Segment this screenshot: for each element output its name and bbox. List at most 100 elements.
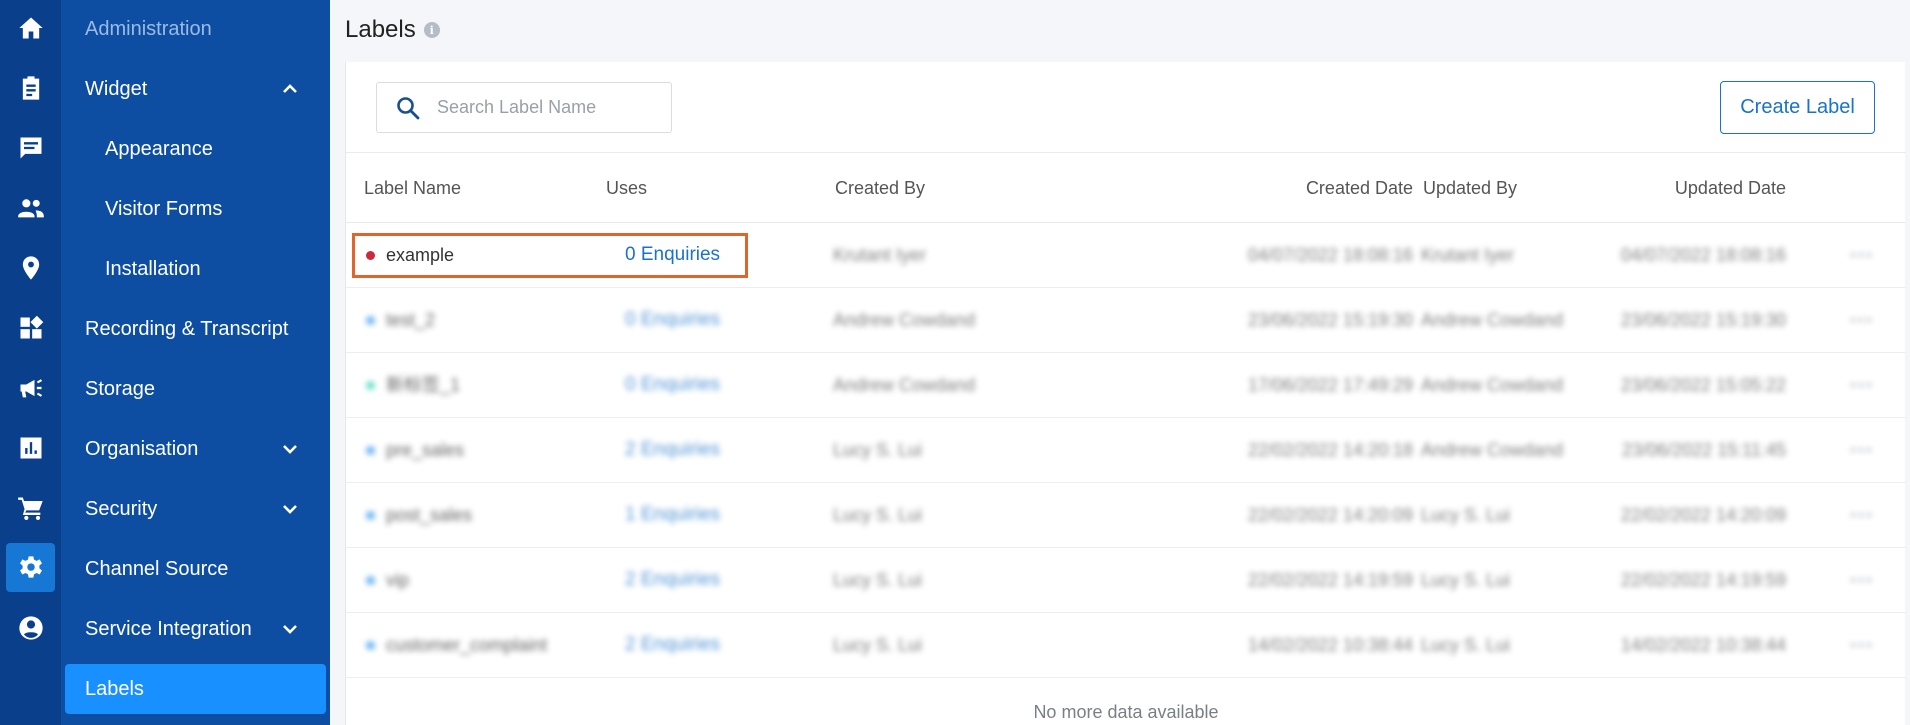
more-options-icon[interactable] <box>1849 245 1873 265</box>
label-name: 新标签_1 <box>386 375 461 395</box>
create-label-button[interactable]: Create Label <box>1720 81 1875 134</box>
more-options-icon[interactable] <box>1849 635 1873 655</box>
updated-by: Krutant Iyer <box>1421 245 1515 265</box>
sidebar-item-labels[interactable]: Labels <box>65 664 326 714</box>
main-content: Labels i Create Label Label Name Uses Cr… <box>330 0 1910 725</box>
label-name-cell: example <box>366 223 454 287</box>
created-date: 23/06/2022 15:19:30 <box>1247 310 1413 330</box>
updated-date: 23/06/2022 15:19:30 <box>1620 310 1786 330</box>
search-input[interactable] <box>437 97 657 118</box>
updated-date: 23/06/2022 15:05:22 <box>1620 375 1786 395</box>
sidebar-item-installation[interactable]: Installation <box>61 244 330 294</box>
created-by: Lucy S. Lui <box>833 635 923 655</box>
table-row[interactable]: pre_sales 2 Enquiries Lucy S. Lui 22/02/… <box>346 418 1906 483</box>
search-icon <box>395 95 421 121</box>
label-name-cell: customer_complaint <box>366 613 547 677</box>
column-header-updated-date[interactable]: Updated Date <box>1586 153 1786 223</box>
created-by: Andrew Cowdand <box>833 310 976 330</box>
clipboard-icon[interactable] <box>6 63 55 112</box>
account-circle-icon[interactable] <box>6 603 55 652</box>
bar-chart-icon[interactable] <box>6 423 55 472</box>
uses-link[interactable]: 0 Enquiries <box>625 223 720 287</box>
uses-link[interactable]: 0 Enquiries <box>625 288 720 352</box>
label-name: example <box>386 245 455 265</box>
home-icon[interactable] <box>6 3 55 52</box>
sidebar-item-label: Labels <box>85 677 144 700</box>
uses-link[interactable]: 1 Enquiries <box>625 483 720 547</box>
created-by: Lucy S. Lui <box>833 570 923 590</box>
sidebar-item-label: Security <box>85 497 158 520</box>
dashboard-widgets-icon[interactable] <box>6 303 55 352</box>
no-more-data-text: No more data available <box>1033 702 1219 722</box>
column-header-updated-by: Updated By <box>1423 178 1518 198</box>
sidebar-item-label: Recording & Transcript <box>85 317 289 340</box>
sidebar-item-storage[interactable]: Storage <box>61 364 330 414</box>
label-color-dot <box>366 380 375 390</box>
column-header-uses: Uses <box>606 178 648 198</box>
updated-by: Lucy S. Lui <box>1421 505 1511 525</box>
more-options-icon[interactable] <box>1849 570 1873 590</box>
sidebar-item-channel-source[interactable]: Channel Source <box>61 544 330 594</box>
sidebar-item-organisation[interactable]: Organisation <box>61 424 330 474</box>
label-name-cell: test_2 <box>366 288 435 352</box>
people-icon[interactable] <box>6 183 55 232</box>
updated-date: 23/06/2022 15:11:45 <box>1622 440 1786 460</box>
more-options-icon[interactable] <box>1849 375 1873 395</box>
table-row[interactable]: customer_complaint 2 Enquiries Lucy S. L… <box>346 613 1906 678</box>
uses-link[interactable]: 2 Enquiries <box>625 548 720 612</box>
location-pin-icon[interactable] <box>6 243 55 292</box>
label-name: pre_sales <box>386 440 465 460</box>
sidebar: Administration Widget Appearance Visitor… <box>61 0 330 725</box>
label-name: post_sales <box>386 505 473 525</box>
settings-gear-icon[interactable] <box>6 543 55 592</box>
label-color-dot <box>366 445 375 455</box>
table-row[interactable]: example 0 Enquiries Krutant Iyer 04/07/2… <box>346 223 1906 288</box>
info-icon[interactable]: i <box>423 22 440 38</box>
more-options-icon[interactable] <box>1849 440 1873 460</box>
sidebar-item-visitor-forms[interactable]: Visitor Forms <box>61 184 330 234</box>
created-date: 22/02/2022 14:19:59 <box>1247 570 1413 590</box>
updated-by: Andrew Cowdand <box>1421 310 1564 330</box>
created-date: 04/07/2022 18:08:16 <box>1247 245 1413 265</box>
uses-link[interactable]: 0 Enquiries <box>625 353 720 417</box>
uses-link[interactable]: 2 Enquiries <box>625 418 720 482</box>
table-row[interactable]: vip 2 Enquiries Lucy S. Lui 22/02/2022 1… <box>346 548 1906 613</box>
table-header: Label Name Uses Created By Created Date … <box>346 152 1906 223</box>
sidebar-item-security[interactable]: Security <box>61 484 330 534</box>
sidebar-item-administration: Administration <box>61 4 330 54</box>
more-options-icon[interactable] <box>1849 505 1873 525</box>
chat-icon[interactable] <box>6 123 55 172</box>
created-by: Lucy S. Lui <box>833 505 923 525</box>
table-row[interactable]: 新标签_1 0 Enquiries Andrew Cowdand 17/06/2… <box>346 353 1906 418</box>
page-title-text: Labels <box>345 16 416 43</box>
label-color-dot <box>366 250 375 260</box>
sidebar-item-label: Installation <box>105 257 201 280</box>
labels-card: Create Label Label Name Uses Created By … <box>345 62 1906 725</box>
search-box[interactable] <box>376 82 672 133</box>
created-by: Lucy S. Lui <box>833 440 923 460</box>
updated-by: Lucy S. Lui <box>1421 635 1511 655</box>
updated-by: Andrew Cowdand <box>1421 440 1564 460</box>
more-options-icon[interactable] <box>1849 310 1873 330</box>
sidebar-item-recording-transcript[interactable]: Recording & Transcript <box>61 304 330 354</box>
sidebar-item-service-integration[interactable]: Service Integration <box>61 604 330 654</box>
uses-link[interactable]: 2 Enquiries <box>625 613 720 677</box>
column-header-created-date[interactable]: Created Date <box>1178 153 1413 223</box>
table-row[interactable]: post_sales 1 Enquiries Lucy S. Lui 22/02… <box>346 483 1906 548</box>
chevron-down-icon <box>280 499 300 519</box>
megaphone-icon[interactable] <box>6 363 55 412</box>
sidebar-item-appearance[interactable]: Appearance <box>61 124 330 174</box>
label-name: test_2 <box>386 310 436 330</box>
sidebar-item-label: Organisation <box>85 437 199 460</box>
label-name: vip <box>386 570 410 590</box>
icon-rail <box>0 0 61 725</box>
column-header-label-name: Label Name <box>364 178 462 198</box>
sidebar-item-widget[interactable]: Widget <box>61 64 330 114</box>
label-color-dot <box>366 575 375 585</box>
created-date: 22/02/2022 14:20:18 <box>1247 440 1413 460</box>
label-name-cell: vip <box>366 548 409 612</box>
chevron-up-icon <box>280 79 300 99</box>
shopping-cart-icon[interactable] <box>6 483 55 532</box>
table-row[interactable]: test_2 0 Enquiries Andrew Cowdand 23/06/… <box>346 288 1906 353</box>
sidebar-item-label: Visitor Forms <box>105 197 223 220</box>
